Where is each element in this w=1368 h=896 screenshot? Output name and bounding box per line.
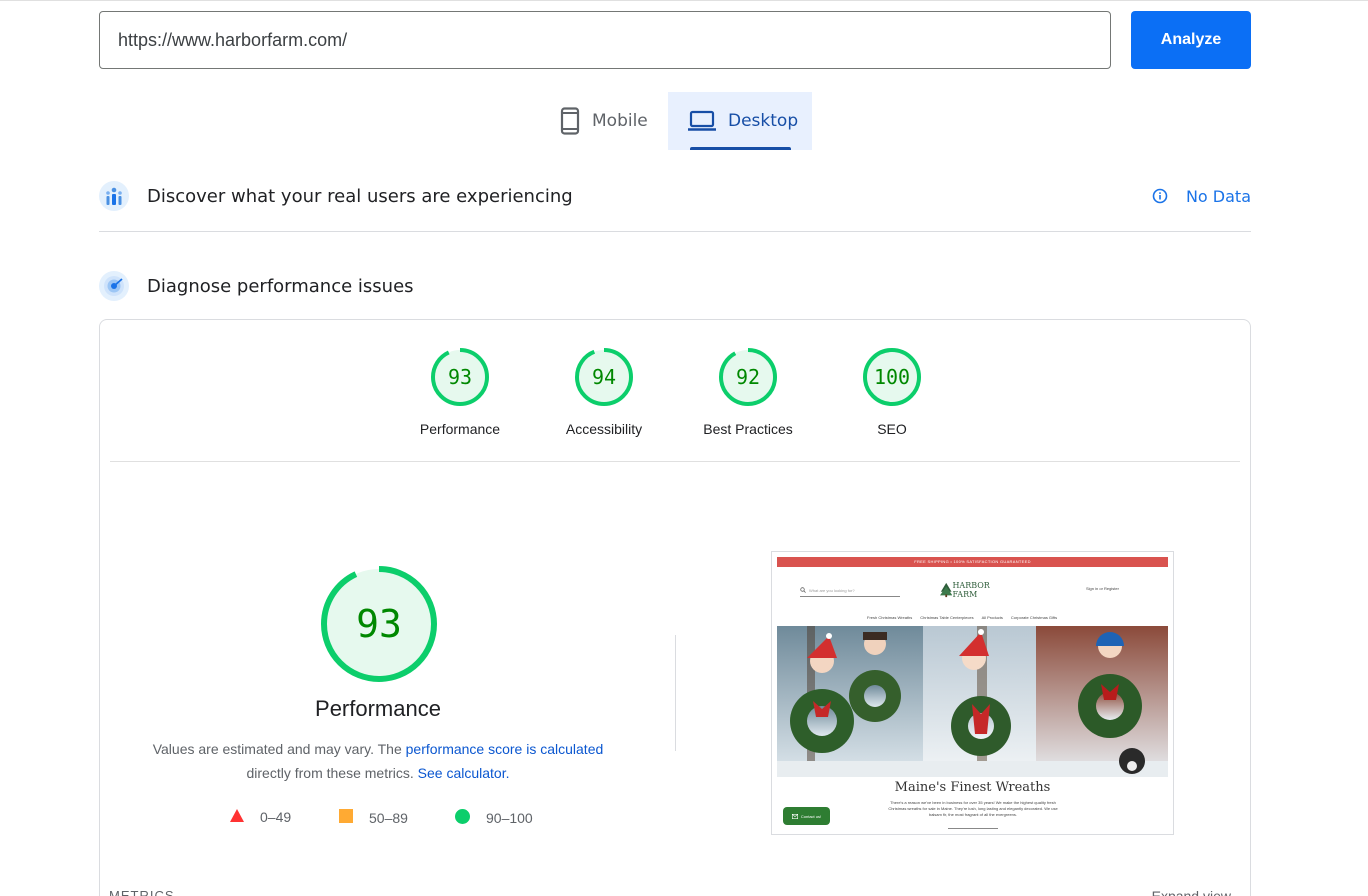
gauge-value: 93 bbox=[448, 365, 472, 389]
url-input[interactable] bbox=[99, 11, 1111, 69]
tab-selected-indicator bbox=[690, 147, 791, 150]
metrics-section-label: METRICS bbox=[109, 888, 175, 896]
screenshot-nav-item: Corporate Christmas Gifts bbox=[1010, 615, 1058, 620]
screenshot-nav-item: All Products bbox=[981, 615, 1003, 620]
expand-view-toggle[interactable]: Expand view bbox=[1152, 888, 1231, 896]
gauge-value: 94 bbox=[592, 365, 616, 389]
legend-average: 50–89 bbox=[339, 809, 408, 826]
gauge-value: 93 bbox=[356, 602, 402, 646]
gauge-label: Best Practices bbox=[703, 421, 793, 437]
gauge-label: Accessibility bbox=[565, 421, 643, 437]
score-gauges: 93 Performance 94 Accessibility 92 Best … bbox=[100, 347, 1250, 467]
see-calculator-link[interactable]: See calculator. bbox=[418, 765, 510, 781]
info-icon bbox=[1152, 188, 1168, 204]
screenshot-contact-label: Contact us! bbox=[800, 813, 822, 819]
no-data-label: No Data bbox=[1185, 186, 1251, 206]
desc-prefix: Values are estimated and may vary. The bbox=[152, 741, 406, 757]
report-card: 93 Performance 94 Accessibility 92 Best … bbox=[99, 319, 1251, 896]
screenshot-logo: HARBOR FARM bbox=[940, 581, 1010, 599]
screenshot-nav-item: Fresh Christmas Wreaths bbox=[867, 615, 913, 620]
hero-photo-wreaths bbox=[777, 626, 1168, 777]
search-icon bbox=[800, 587, 806, 593]
score-description: Values are estimated and may vary. The p… bbox=[100, 737, 656, 785]
screenshot-body: There's a reason we've been in business … bbox=[888, 800, 1058, 817]
field-data-header: Discover what your real users are experi… bbox=[99, 180, 1251, 212]
screenshot-search-placeholder: What are you looking for? bbox=[809, 587, 855, 593]
tab-desktop[interactable]: Desktop bbox=[668, 92, 812, 150]
lab-data-header: Diagnose performance issues bbox=[99, 270, 1251, 302]
gauge-ring: 94 bbox=[575, 348, 633, 406]
gauge-ring: 100 bbox=[863, 348, 921, 406]
screenshot-contact-button: Contact us! bbox=[783, 807, 830, 825]
gauge-label: SEO bbox=[877, 421, 907, 437]
gauge-accessibility[interactable]: 94 Accessibility bbox=[544, 347, 664, 437]
screenshot-headline: Maine's Finest Wreaths bbox=[894, 780, 1051, 795]
legend-pass-range: 90–100 bbox=[486, 810, 533, 826]
legend-fail-range: 0–49 bbox=[260, 809, 292, 825]
main-score-label: Performance bbox=[315, 696, 441, 721]
gauge-value: 92 bbox=[736, 365, 760, 389]
mail-icon bbox=[791, 813, 798, 819]
gauge-performance[interactable]: 93 Performance bbox=[400, 347, 520, 437]
gauge-best-practices[interactable]: 92 Best Practices bbox=[688, 347, 808, 437]
screenshot-nav-item: Christmas Table Centerpieces bbox=[920, 615, 974, 620]
gauge-seo[interactable]: 100 SEO bbox=[832, 347, 952, 437]
card-divider bbox=[110, 461, 1240, 462]
legend-fail: 0–49 bbox=[230, 809, 291, 825]
screenshot-banner: FREE SHIPPING • 100% SATISFACTION GUARAN… bbox=[777, 557, 1168, 567]
tab-mobile-label: Mobile bbox=[592, 111, 648, 131]
circle-icon bbox=[455, 809, 470, 827]
square-icon bbox=[339, 809, 353, 826]
lab-data-title: Diagnose performance issues bbox=[147, 275, 414, 297]
laptop-icon bbox=[688, 110, 716, 132]
screenshot-search: What are you looking for? bbox=[800, 584, 900, 597]
page-screenshot-thumbnail: FREE SHIPPING • 100% SATISFACTION GUARAN… bbox=[771, 551, 1174, 835]
users-chart-icon bbox=[99, 181, 129, 211]
gauge-value: 100 bbox=[874, 365, 910, 389]
gauge-label: Performance bbox=[419, 421, 501, 437]
screenshot-account: Sign in or Register bbox=[1086, 586, 1119, 591]
legend-pass: 90–100 bbox=[455, 809, 533, 827]
main-performance-gauge: 93 bbox=[319, 564, 439, 689]
radar-icon bbox=[99, 271, 129, 301]
gauge-ring: 93 bbox=[431, 348, 489, 406]
screenshot-logo-text: HARBOR FARM bbox=[952, 581, 990, 599]
tab-mobile[interactable]: Mobile bbox=[545, 92, 668, 150]
gauge-ring: 92 bbox=[719, 348, 777, 406]
triangle-icon bbox=[230, 809, 244, 825]
analyze-button[interactable]: Analyze bbox=[1131, 11, 1251, 69]
vertical-separator bbox=[675, 635, 676, 751]
field-data-title: Discover what your real users are experi… bbox=[147, 185, 573, 207]
screenshot-nav: Fresh Christmas Wreaths Christmas Table … bbox=[867, 615, 1127, 620]
legend-average-range: 50–89 bbox=[369, 809, 408, 826]
smartphone-icon bbox=[560, 107, 580, 135]
section-divider bbox=[99, 231, 1251, 232]
desc-mid: directly from these metrics. bbox=[246, 765, 418, 781]
top-border bbox=[0, 0, 1368, 1]
screenshot-underline bbox=[948, 827, 998, 829]
tree-icon bbox=[940, 582, 953, 598]
tab-desktop-label: Desktop bbox=[728, 111, 799, 131]
performance-score-link[interactable]: performance score is calculated bbox=[406, 741, 604, 757]
no-data-link[interactable]: No Data bbox=[1152, 187, 1251, 206]
main-gauge-ring: 93 bbox=[321, 566, 437, 682]
